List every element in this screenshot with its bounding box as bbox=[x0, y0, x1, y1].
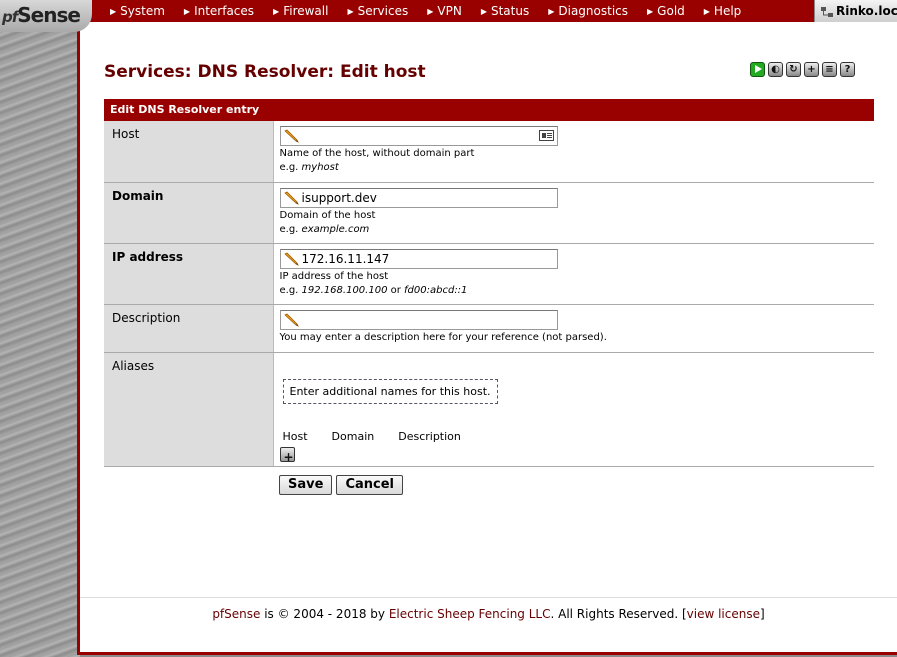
ip-example: e.g. 192.168.100.100 or fd00:abcd::1 bbox=[280, 284, 869, 297]
host-label: Host bbox=[104, 121, 274, 183]
logo-prefix: pf bbox=[2, 8, 18, 26]
menu-label: VPN bbox=[437, 4, 462, 18]
domain-input[interactable]: isupport.dev bbox=[279, 187, 558, 208]
footer-text: is © 2004 - 2018 by bbox=[260, 607, 389, 621]
cancel-button[interactable]: Cancel bbox=[336, 474, 403, 495]
reload-icon[interactable]: ↻ bbox=[786, 62, 801, 77]
ip-label: IP address bbox=[104, 243, 274, 305]
menu-label: Interfaces bbox=[194, 4, 255, 18]
page-title: Services: DNS Resolver: Edit host bbox=[104, 62, 426, 82]
help-icon[interactable]: ? bbox=[840, 62, 855, 77]
footer-license-link[interactable]: view license bbox=[687, 607, 760, 621]
pencil-icon bbox=[283, 252, 299, 266]
add-alias-icon[interactable] bbox=[279, 446, 295, 464]
footer-text: ] bbox=[759, 607, 765, 621]
buttons-spacer bbox=[104, 466, 273, 495]
alias-col-host: Host bbox=[282, 429, 308, 443]
menu-system[interactable]: ▶ System bbox=[110, 0, 184, 22]
example-text: example.com bbox=[301, 223, 370, 235]
background-pattern bbox=[0, 0, 80, 657]
footer: pfSense is © 2004 - 2018 by Electric She… bbox=[80, 597, 897, 621]
add-queue-icon[interactable]: + bbox=[804, 62, 819, 77]
host-hint: Name of the host, without domain part bbox=[279, 148, 475, 159]
example-prefix: e.g. bbox=[279, 162, 302, 173]
menu-diagnostics[interactable]: ▶ Diagnostics bbox=[548, 0, 647, 22]
menu-arrow-icon: ▶ bbox=[647, 7, 654, 16]
example-ipv4: 192.168.100.100 bbox=[301, 284, 388, 296]
aliases-columns: Host Domain Description bbox=[283, 430, 869, 443]
description-cell: You may enter a description here for you… bbox=[273, 304, 874, 353]
play-icon[interactable] bbox=[750, 62, 765, 77]
network-icon bbox=[821, 6, 833, 17]
description-hint: You may enter a description here for you… bbox=[279, 331, 607, 343]
menu-label: Services bbox=[357, 4, 409, 18]
menu-label: System bbox=[120, 4, 165, 18]
menu-firewall[interactable]: ▶ Firewall bbox=[273, 0, 347, 22]
menu-vpn[interactable]: ▶ VPN bbox=[427, 0, 481, 22]
pfsense-logo[interactable]: pfSense bbox=[0, 0, 92, 32]
content-panel: Services: DNS Resolver: Edit host ◐ ↻ + … bbox=[77, 22, 897, 655]
contact-card-icon[interactable] bbox=[538, 130, 554, 141]
menu-help[interactable]: ▶ Help bbox=[704, 0, 761, 22]
menu-label: Firewall bbox=[283, 4, 329, 18]
aliases-label: Aliases bbox=[104, 352, 274, 467]
ip-hint: IP address of the host bbox=[279, 270, 389, 282]
pencil-icon bbox=[283, 191, 299, 205]
main-menu: ▶ System ▶ Interfaces ▶ Firewall ▶ Services … bbox=[110, 0, 760, 22]
host-cell: Name of the host, without domain part e.… bbox=[273, 121, 874, 183]
menu-arrow-icon: ▶ bbox=[480, 7, 487, 16]
alias-col-domain: Domain bbox=[331, 429, 375, 443]
menu-gold[interactable]: ▶ Gold bbox=[647, 0, 704, 22]
example-prefix: e.g. bbox=[279, 284, 302, 296]
menu-arrow-icon: ▶ bbox=[347, 7, 354, 16]
menu-arrow-icon: ▶ bbox=[427, 7, 434, 16]
domain-value: isupport.dev bbox=[301, 190, 377, 205]
pencil-icon bbox=[283, 313, 299, 327]
menu-label: Gold bbox=[657, 4, 685, 18]
hostname-box: Rinko.loc bbox=[814, 0, 897, 22]
logo-text: Sense bbox=[17, 3, 81, 27]
domain-example: e.g. example.com bbox=[280, 223, 869, 236]
ip-input[interactable]: 172.16.11.147 bbox=[279, 248, 558, 269]
example-ipv6: fd00:abcd::1 bbox=[404, 284, 468, 296]
form-header: Edit DNS Resolver entry bbox=[104, 99, 874, 121]
edit-host-form: Edit DNS Resolver entry Host Name of the… bbox=[104, 99, 874, 495]
menu-status[interactable]: ▶ Status bbox=[481, 0, 548, 22]
aliases-info: Enter additional names for this host. bbox=[282, 378, 498, 404]
footer-text: . All Rights Reserved. [ bbox=[550, 607, 687, 621]
footer-company-link[interactable]: Electric Sheep Fencing LLC bbox=[389, 607, 551, 621]
footer-product-link[interactable]: pfSense bbox=[212, 607, 260, 621]
aliases-cell: Enter additional names for this host. Ho… bbox=[273, 352, 874, 467]
hostname-text: Rinko.loc bbox=[836, 4, 897, 18]
menu-label: Help bbox=[713, 4, 742, 18]
log-icon[interactable]: ≡ bbox=[822, 62, 837, 77]
menu-arrow-icon: ▶ bbox=[273, 7, 280, 16]
domain-label: Domain bbox=[104, 182, 274, 244]
stop-icon[interactable]: ◐ bbox=[768, 62, 783, 77]
status-toolbar: ◐ ↻ + ≡ ? bbox=[750, 62, 855, 77]
alias-col-description: Description bbox=[398, 429, 461, 443]
ip-value: 172.16.11.147 bbox=[301, 251, 390, 266]
description-input[interactable] bbox=[279, 309, 558, 330]
menu-interfaces[interactable]: ▶ Interfaces bbox=[184, 0, 273, 22]
ip-cell: 172.16.11.147 IP address of the host e.g… bbox=[273, 243, 874, 305]
menu-label: Status bbox=[490, 4, 530, 18]
example-prefix: e.g. bbox=[279, 223, 302, 235]
host-input[interactable] bbox=[279, 126, 558, 146]
pencil-icon bbox=[283, 129, 299, 143]
menu-arrow-icon: ▶ bbox=[183, 7, 191, 16]
host-example: e.g. myhost bbox=[280, 161, 869, 174]
example-text: myhost bbox=[301, 162, 339, 173]
menu-arrow-icon: ▶ bbox=[110, 7, 117, 16]
domain-cell: isupport.dev Domain of the host e.g. exa… bbox=[273, 182, 874, 244]
menu-arrow-icon: ▶ bbox=[703, 7, 710, 16]
description-label: Description bbox=[104, 304, 274, 353]
domain-hint: Domain of the host bbox=[279, 209, 376, 221]
menu-arrow-icon: ▶ bbox=[548, 7, 555, 16]
buttons-cell: Save Cancel bbox=[273, 466, 874, 495]
menu-label: Diagnostics bbox=[558, 4, 629, 18]
save-button[interactable]: Save bbox=[279, 474, 333, 495]
menu-services[interactable]: ▶ Services bbox=[347, 0, 427, 22]
example-or: or bbox=[387, 284, 405, 296]
